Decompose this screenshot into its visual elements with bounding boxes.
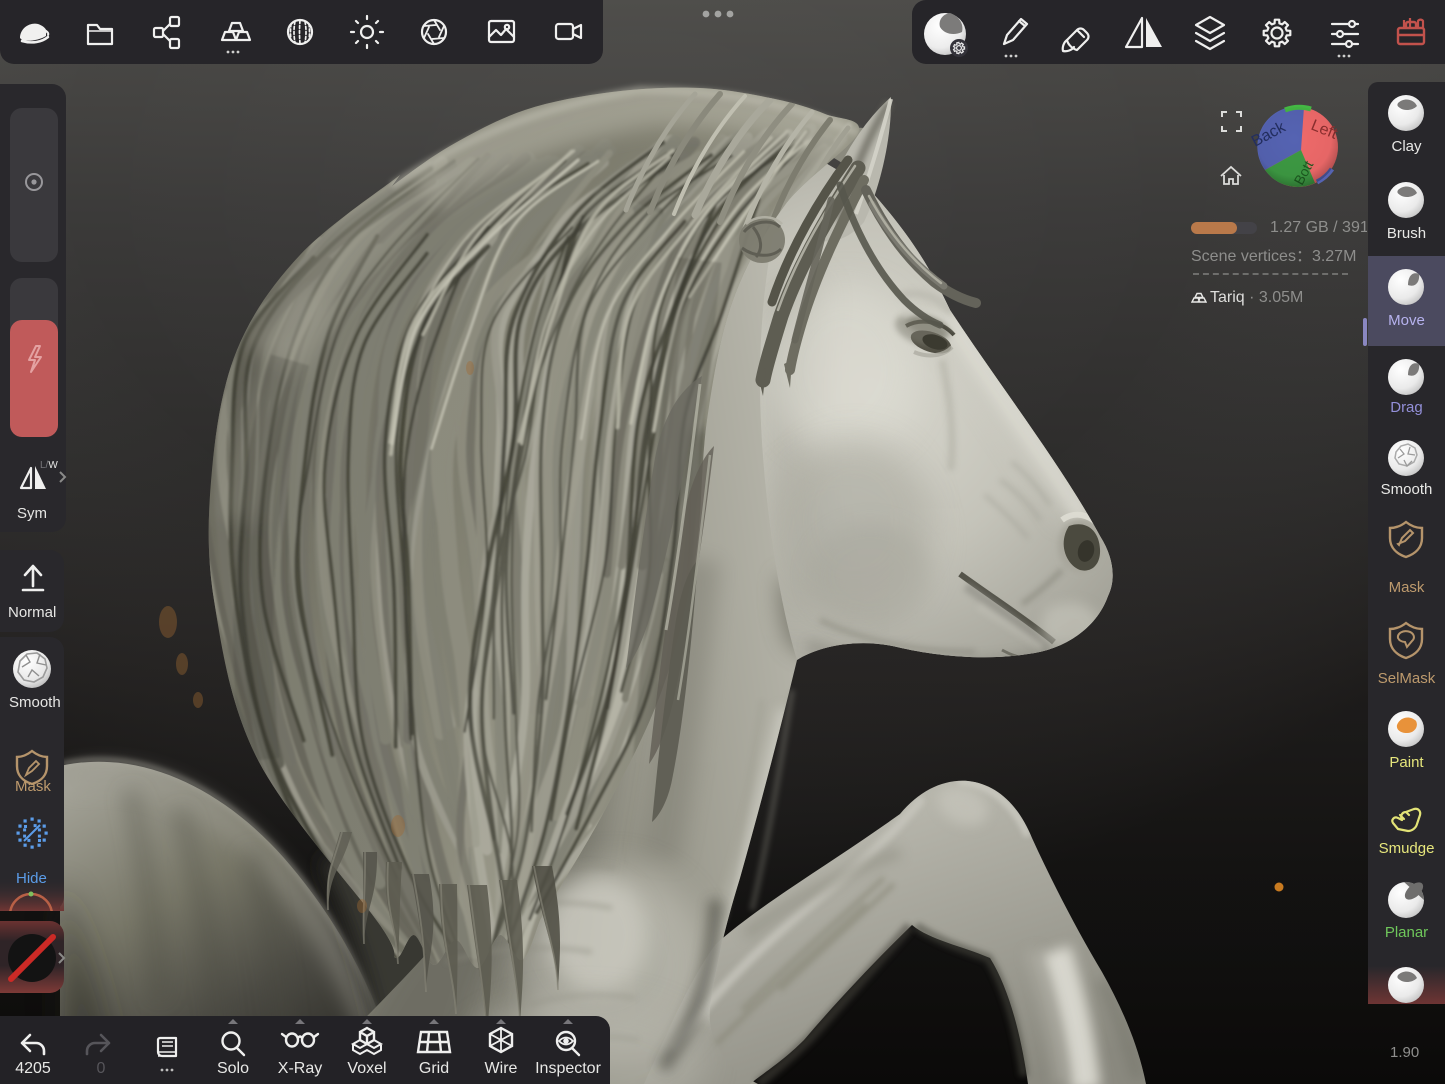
svg-text:Normal: Normal: [8, 604, 56, 621]
svg-text:Hide: Hide: [16, 870, 47, 887]
svg-text:Mask: Mask: [15, 778, 51, 795]
svg-text:Sym: Sym: [17, 505, 47, 522]
svg-text:Smooth: Smooth: [9, 694, 61, 711]
svg-text:L/W: L/W: [40, 460, 58, 471]
